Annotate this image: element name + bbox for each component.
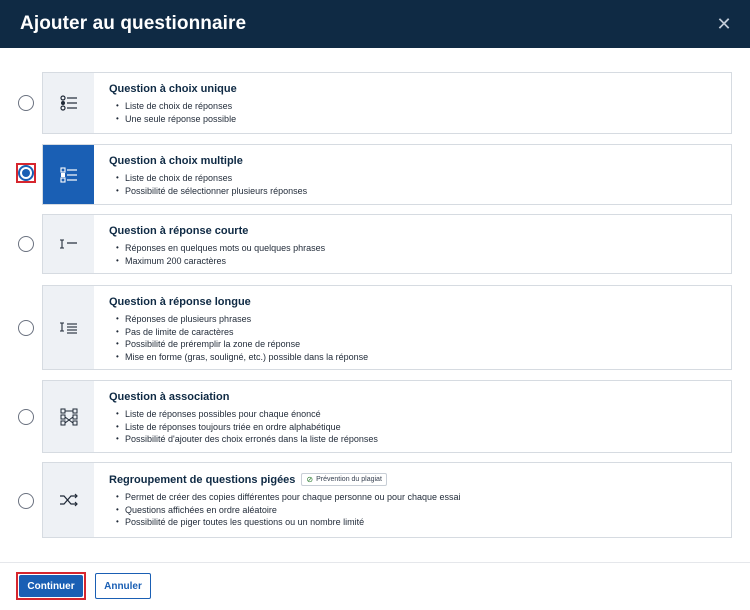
radio-reponse-longue[interactable] [14,316,38,340]
option-card[interactable]: Question à choix multiple Liste de choix… [42,144,732,205]
plagiarism-badge: ⊘ Prévention du plagiat [301,473,387,486]
option-title: Question à réponse courte [109,225,249,237]
option-bullet: Liste de choix de réponses [109,172,721,185]
option-title: Question à choix multiple [109,155,243,167]
option-title: Question à réponse longue [109,296,251,308]
option-title-row: Regroupement de questions pigées ⊘ Préve… [109,473,721,486]
cancel-button[interactable]: Annuler [95,573,151,599]
option-questions-pigees[interactable]: Regroupement de questions pigées ⊘ Préve… [0,462,750,538]
option-title: Question à association [109,391,230,403]
radio-choix-multiple[interactable] [14,161,38,185]
association-icon [43,381,94,452]
option-bullet: Possibilité de préremplir la zone de rép… [109,338,721,351]
option-choix-unique[interactable]: Question à choix unique Liste de choix d… [0,72,750,134]
dialog-title: Ajouter au questionnaire [20,13,247,34]
option-bullet: Réponses en quelques mots ou quelques ph… [109,242,721,255]
option-reponse-courte[interactable]: Question à réponse courte Réponses en qu… [0,214,750,274]
option-bullet: Liste de réponses toujours triée en ordr… [109,421,721,434]
option-bullet: Pas de limite de caractères [109,326,721,339]
radio-questions-pigees[interactable] [14,489,38,513]
footer-divider [0,562,750,563]
option-bullet: Possibilité de piger toutes les question… [109,516,721,529]
option-bullet: Possibilité de sélectionner plusieurs ré… [109,185,721,198]
close-icon[interactable]: ✕ [714,14,734,34]
option-choix-multiple[interactable]: Question à choix multiple Liste de choix… [0,144,750,205]
option-card[interactable]: Question à réponse courte Réponses en qu… [42,214,732,274]
option-card[interactable]: Question à réponse longue Réponses de pl… [42,285,732,370]
radio-association[interactable] [14,405,38,429]
dialog-header: Ajouter au questionnaire ✕ [0,0,750,48]
single-choice-list-icon [43,73,94,133]
continue-button[interactable]: Continuer [19,575,83,597]
option-association[interactable]: Question à association Liste de réponses… [0,380,750,453]
option-bullet: Permet de créer des copies différentes p… [109,491,721,504]
multiple-choice-list-icon [43,145,94,204]
option-bullet: Liste de réponses possibles pour chaque … [109,408,721,421]
badge-label: Prévention du plagiat [316,476,382,483]
option-bullet: Mise en forme (gras, souligné, etc.) pos… [109,351,721,364]
option-reponse-longue[interactable]: Question à réponse longue Réponses de pl… [0,285,750,370]
check-circle-icon: ⊘ [306,475,314,484]
option-bullet: Maximum 200 caractères [109,255,721,268]
radio-reponse-courte[interactable] [14,232,38,256]
option-title: Question à choix unique [109,83,237,95]
radio-choix-unique[interactable] [14,91,38,115]
short-text-icon [43,215,94,273]
option-card[interactable]: Regroupement de questions pigées ⊘ Préve… [42,462,732,538]
shuffle-icon [43,463,94,537]
option-bullet: Réponses de plusieurs phrases [109,313,721,326]
option-bullet: Possibilité d'ajouter des choix erronés … [109,433,721,446]
option-bullet: Liste de choix de réponses [109,100,721,113]
option-card[interactable]: Question à choix unique Liste de choix d… [42,72,732,134]
option-bullet: Questions affichées en ordre aléatoire [109,504,721,517]
long-text-icon [43,286,94,369]
option-bullet: Une seule réponse possible [109,113,721,126]
option-title: Regroupement de questions pigées [109,473,296,486]
option-card[interactable]: Question à association Liste de réponses… [42,380,732,453]
